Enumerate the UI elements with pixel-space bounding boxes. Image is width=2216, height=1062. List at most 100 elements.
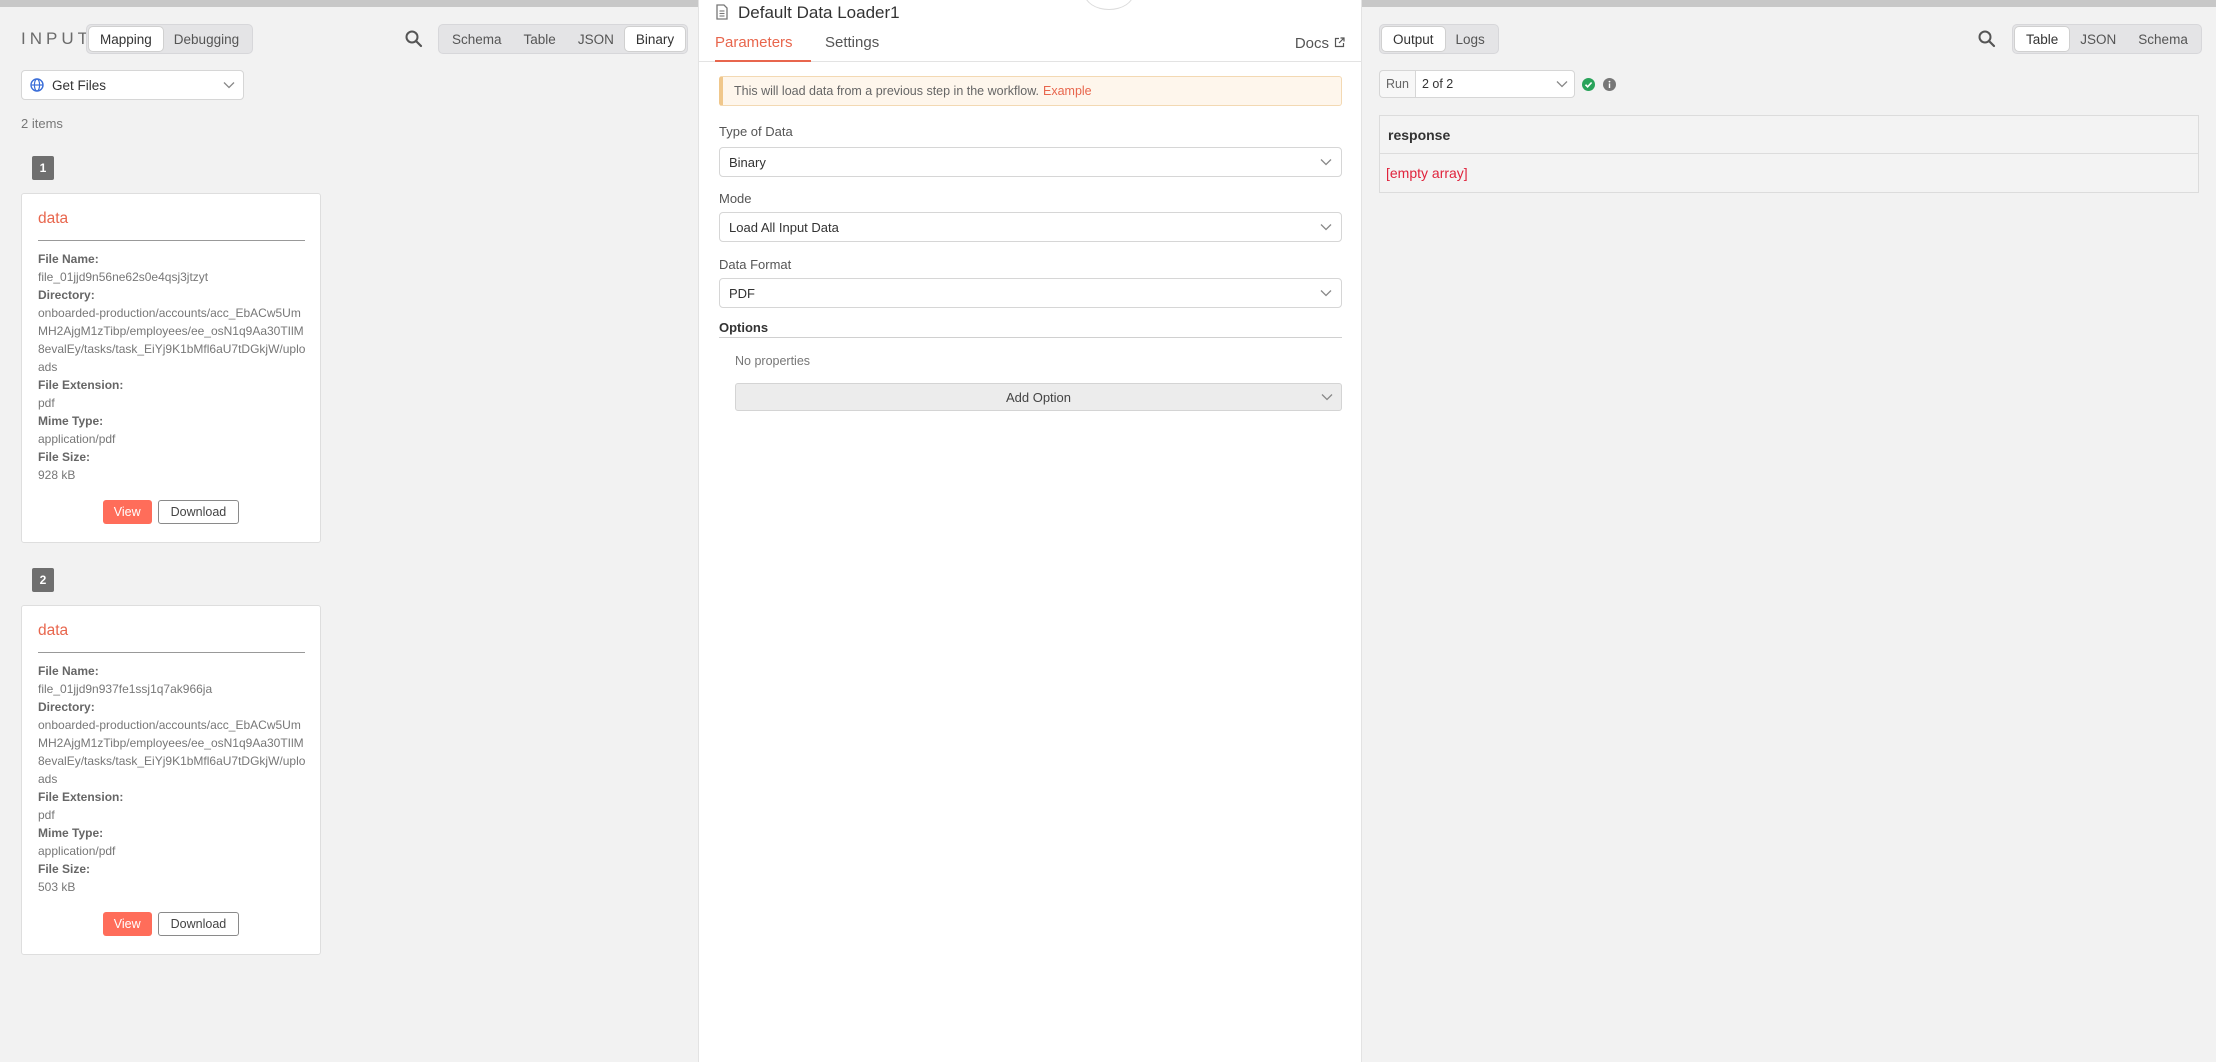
mime-type-value: application/pdf: [38, 432, 116, 446]
add-option-label: Add Option: [1005, 389, 1072, 405]
docs-label: Docs: [1294, 35, 1329, 52]
input-panel-title: INPUT: [21, 29, 92, 48]
docs-link[interactable]: Docs: [1295, 35, 1345, 52]
tab-schema[interactable]: Schema: [441, 27, 513, 51]
items-count: 2 items: [21, 116, 63, 131]
file-extension-label: File Extension:: [38, 790, 124, 804]
binary-item-card: data File Name: file_01jjd9n937fe1ssj1q7…: [21, 605, 321, 955]
mapping-debugging-toggle: Mapping Debugging: [86, 24, 254, 54]
tab-table[interactable]: Table: [2015, 27, 2070, 51]
file-size-label: File Size:: [38, 450, 91, 464]
chevron-down-icon: [1556, 80, 1568, 88]
check-circle-icon: [1581, 77, 1595, 91]
item-index-badge: 2: [32, 568, 54, 592]
directory-value: onboarded-production/accounts/acc_EbACw5…: [38, 306, 306, 374]
tab-schema[interactable]: Schema: [2127, 27, 2199, 51]
data-format-label: Data Format: [719, 257, 792, 272]
tab-json[interactable]: JSON: [567, 27, 625, 51]
search-icon[interactable]: [403, 28, 425, 50]
tab-output[interactable]: Output: [1382, 27, 1445, 51]
divider: [38, 240, 305, 241]
tab-binary[interactable]: Binary: [624, 27, 686, 51]
tab-parameters-label: Parameters: [715, 34, 793, 51]
input-panel: INPUT Mapping Debugging Schema Table JSO…: [0, 7, 698, 1062]
data-format-value: PDF: [729, 285, 755, 301]
chevron-down-icon: [1320, 223, 1332, 231]
type-of-data-select[interactable]: Binary: [719, 147, 1342, 177]
file-size-value: 503 kB: [38, 880, 76, 894]
download-button[interactable]: Download: [157, 500, 240, 524]
tab-debugging[interactable]: Debugging: [163, 27, 250, 51]
chevron-down-icon: [223, 81, 235, 89]
file-name-value: file_01jjd9n56ne62s0e4qsj3jtzyt: [38, 270, 209, 284]
external-link-icon: [1334, 35, 1345, 52]
directory-label: Directory:: [38, 288, 95, 302]
type-of-data-label: Type of Data: [719, 124, 793, 139]
output-view-mode-toggle: Table JSON Schema: [2012, 24, 2202, 54]
search-icon[interactable]: [1976, 28, 1998, 50]
chevron-down-icon: [1321, 393, 1333, 401]
output-logs-toggle: Output Logs: [1379, 24, 1499, 54]
mime-type-label: Mime Type:: [38, 826, 104, 840]
file-size-value: 928 kB: [38, 468, 76, 482]
tab-logs[interactable]: Logs: [1445, 27, 1496, 51]
divider: [719, 337, 1342, 338]
card-actions: View Download: [22, 500, 320, 524]
type-of-data-value: Binary: [729, 154, 766, 170]
input-node-select[interactable]: Get Files: [21, 70, 244, 100]
mime-type-value: application/pdf: [38, 844, 116, 858]
divider: [38, 652, 305, 653]
node-title[interactable]: Default Data Loader1: [738, 3, 900, 23]
node-settings-panel: Default Data Loader1 Parameters Settings…: [698, 0, 1362, 1062]
mode-select[interactable]: Load All Input Data: [719, 212, 1342, 242]
file-extension-label: File Extension:: [38, 378, 124, 392]
chevron-down-icon: [1320, 158, 1332, 166]
binary-item-card: data File Name: file_01jjd9n56ne62s0e4qs…: [21, 193, 321, 543]
file-extension-value: pdf: [38, 808, 55, 822]
notice-text: This will load data from a previous step…: [734, 84, 1039, 98]
document-icon: [715, 3, 729, 23]
output-panel: Output Logs Table JSON Schema Run 2 of 2…: [1362, 7, 2216, 1062]
file-metadata: File Name: file_01jjd9n56ne62s0e4qsj3jtz…: [38, 250, 308, 484]
node-tabs: Parameters Settings: [699, 34, 1361, 62]
card-title: data: [38, 210, 69, 227]
tab-mapping[interactable]: Mapping: [89, 27, 163, 51]
card-actions: View Download: [22, 912, 320, 936]
example-link[interactable]: Example: [1043, 84, 1092, 98]
no-properties-text: No properties: [735, 354, 811, 368]
tab-parameters[interactable]: Parameters: [715, 34, 811, 62]
download-button[interactable]: Download: [157, 912, 240, 936]
run-label: Run: [1379, 70, 1415, 98]
tab-json[interactable]: JSON: [2069, 27, 2127, 51]
run-selector-row: Run 2 of 2: [1379, 70, 1616, 98]
run-select-value: 2 of 2: [1421, 77, 1454, 91]
mode-value: Load All Input Data: [729, 219, 839, 235]
input-node-select-value: Get Files: [52, 77, 107, 93]
tab-settings[interactable]: Settings: [825, 34, 879, 62]
info-notice: This will load data from a previous step…: [719, 76, 1342, 106]
output-table: response [empty array]: [1379, 115, 2199, 193]
file-extension-value: pdf: [38, 396, 55, 410]
directory-value: onboarded-production/accounts/acc_EbACw5…: [38, 718, 306, 786]
view-button[interactable]: View: [102, 500, 152, 524]
card-title: data: [38, 622, 69, 639]
chevron-down-icon: [1320, 289, 1332, 297]
data-format-select[interactable]: PDF: [719, 278, 1342, 308]
table-cell-response: [empty array]: [1386, 165, 1468, 181]
globe-icon: [30, 78, 44, 92]
options-label: Options: [719, 320, 769, 335]
mime-type-label: Mime Type:: [38, 414, 104, 428]
input-view-mode-toggle: Schema Table JSON Binary: [438, 24, 689, 54]
node-handle[interactable]: [1084, 0, 1134, 10]
file-size-label: File Size:: [38, 862, 91, 876]
run-select[interactable]: 2 of 2: [1414, 70, 1575, 98]
tab-table[interactable]: Table: [513, 27, 567, 51]
info-icon[interactable]: [1602, 77, 1616, 91]
tab-settings-label: Settings: [825, 34, 880, 51]
view-button[interactable]: View: [102, 912, 152, 936]
node-title-row: Default Data Loader1: [715, 3, 900, 23]
file-name-value: file_01jjd9n937fe1ssj1q7ak966ja: [38, 682, 213, 696]
add-option-button[interactable]: Add Option: [735, 383, 1342, 411]
file-name-label: File Name:: [38, 252, 99, 266]
mode-label: Mode: [719, 191, 752, 206]
